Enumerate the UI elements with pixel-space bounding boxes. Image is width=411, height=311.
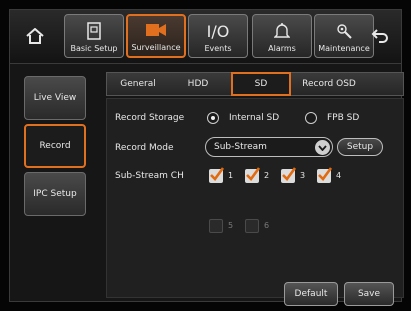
channel-6-label: 6 (264, 221, 270, 230)
top-bar: Basic Setup Surveillance I/O Events Alar… (10, 10, 401, 64)
tab-label: Surveillance (131, 43, 181, 52)
sd-settings-panel: Record Storage Internal SD FPB SD Record… (106, 98, 404, 298)
sidebar-item-record[interactable]: Record (24, 124, 86, 168)
tab-label: Alarms (268, 44, 296, 53)
tab-sd[interactable]: SD (231, 72, 291, 96)
setup-button-label: Setup (346, 142, 374, 152)
checkmark-icon (210, 167, 225, 181)
sidebar-item-ipc-setup[interactable]: IPC Setup (24, 172, 86, 216)
tab-maintenance[interactable]: Maintenance (314, 14, 374, 58)
channel-1-checkbox[interactable] (209, 167, 225, 183)
tab-alarms[interactable]: Alarms (252, 14, 312, 58)
save-button[interactable]: Save (344, 282, 394, 306)
sub-tab-bar: General HDD SD Record OSD (106, 72, 404, 96)
tab-label: Events (204, 44, 232, 53)
tab-general[interactable]: General (107, 73, 169, 95)
channel-6-checkbox (245, 219, 259, 233)
channel-4-label: 4 (336, 171, 342, 180)
checkmark-icon (282, 167, 297, 181)
channel-3-label: 3 (300, 171, 306, 180)
tab-surveillance[interactable]: Surveillance (126, 14, 186, 58)
default-button[interactable]: Default (284, 282, 338, 306)
camera-icon (146, 24, 166, 36)
tab-label: Maintenance (318, 44, 370, 53)
sub-stream-ch-label: Sub-Stream CH (115, 171, 184, 181)
checkmark-icon (318, 167, 333, 181)
channel-3-checkbox[interactable] (281, 167, 297, 183)
internal-sd-label: Internal SD (229, 113, 280, 123)
tab-events[interactable]: I/O Events (188, 14, 248, 58)
back-button[interactable] (367, 24, 393, 48)
sidebar-item-label: IPC Setup (33, 189, 77, 199)
tab-label: Record OSD (302, 79, 356, 89)
chevron-down-icon (315, 140, 330, 155)
tab-label: HDD (187, 79, 209, 89)
tab-label: SD (254, 79, 268, 89)
channel-1-label: 1 (228, 171, 234, 180)
settings-window: Basic Setup Surveillance I/O Events Alar… (9, 9, 404, 306)
record-storage-label: Record Storage (115, 113, 185, 123)
home-button[interactable] (22, 24, 48, 48)
tab-hdd[interactable]: HDD (169, 73, 227, 95)
fpb-sd-radio[interactable] (305, 112, 317, 124)
sidebar-item-live-view[interactable]: Live View (24, 76, 86, 120)
io-icon: I/O (206, 21, 230, 41)
home-icon (26, 28, 44, 44)
record-mode-select[interactable]: Sub-Stream (205, 137, 333, 157)
setup-button[interactable]: Setup (337, 138, 383, 156)
bell-icon (274, 23, 290, 38)
channel-5-checkbox (209, 219, 223, 233)
channel-2-checkbox[interactable] (245, 167, 261, 183)
internal-sd-radio[interactable] (207, 112, 219, 124)
basic-setup-icon (87, 22, 101, 40)
default-button-label: Default (294, 289, 328, 299)
record-mode-label: Record Mode (115, 143, 174, 153)
channel-5-label: 5 (228, 221, 234, 230)
tab-label: Basic Setup (70, 44, 118, 53)
tab-basic-setup[interactable]: Basic Setup (64, 14, 124, 58)
back-arrow-icon (371, 29, 388, 43)
fpb-sd-label: FPB SD (327, 113, 360, 123)
channel-2-label: 2 (264, 171, 270, 180)
record-mode-value: Sub-Stream (214, 142, 267, 152)
save-button-label: Save (357, 289, 381, 299)
tab-label: General (120, 79, 156, 89)
sidebar-item-label: Record (39, 141, 71, 151)
sidebar-item-label: Live View (33, 93, 77, 103)
tab-record-osd[interactable]: Record OSD (293, 73, 365, 95)
wrench-gear-icon (337, 24, 352, 39)
checkmark-icon (246, 167, 261, 181)
channel-4-checkbox[interactable] (317, 167, 333, 183)
